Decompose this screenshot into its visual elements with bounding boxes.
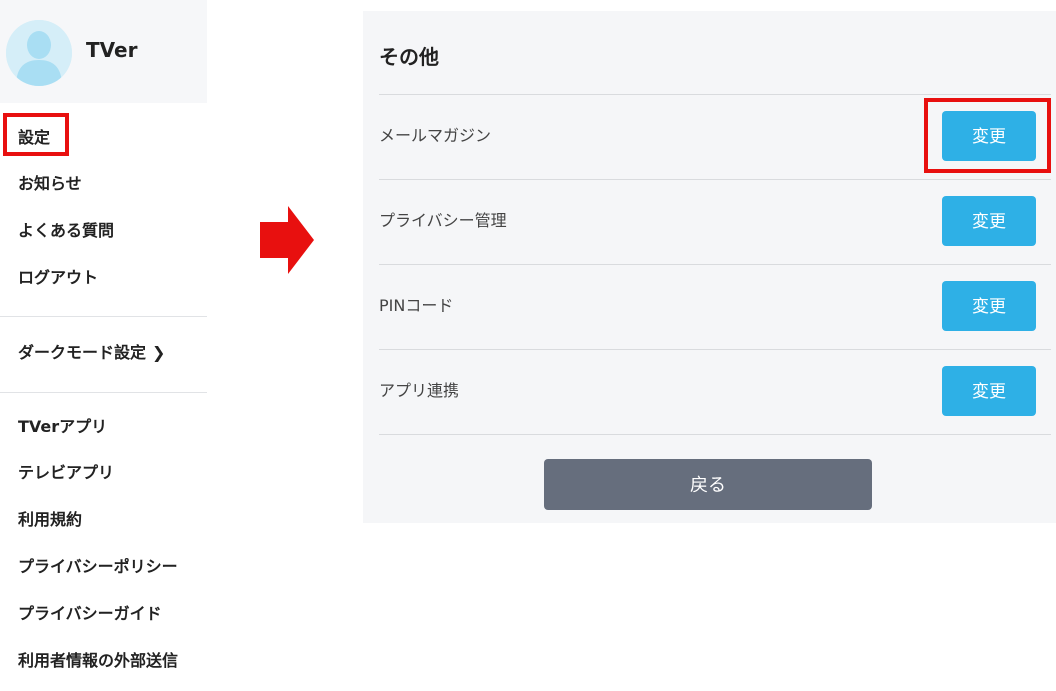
menu-item-notifications[interactable]: お知らせ: [18, 173, 82, 195]
profile-header[interactable]: TVer: [0, 0, 207, 103]
row-divider: [379, 434, 1051, 435]
row-divider: [379, 264, 1051, 265]
menu-item-tv-app[interactable]: テレビアプリ: [18, 462, 114, 484]
menu-item-privacy-guide[interactable]: プライバシーガイド: [18, 603, 162, 625]
row-label-mail-magazine: メールマガジン: [379, 126, 492, 145]
menu-item-faq[interactable]: よくある質問: [18, 220, 114, 242]
row-divider: [379, 179, 1051, 180]
back-button[interactable]: 戻る: [544, 459, 872, 510]
pin-code-change-button[interactable]: 変更: [942, 281, 1036, 331]
menu-item-tver-app[interactable]: TVerアプリ: [18, 416, 107, 438]
app-link-change-button[interactable]: 変更: [942, 366, 1036, 416]
row-label-app-link: アプリ連携: [379, 381, 460, 400]
menu-item-logout[interactable]: ログアウト: [18, 267, 98, 289]
row-label-privacy-management: プライバシー管理: [379, 211, 507, 230]
privacy-management-change-button[interactable]: 変更: [942, 196, 1036, 246]
panel-title: その他: [379, 45, 439, 69]
dark-mode-label: ダークモード設定: [18, 343, 147, 362]
menu-item-terms[interactable]: 利用規約: [18, 509, 82, 531]
menu-item-privacy-policy[interactable]: プライバシーポリシー: [18, 556, 178, 578]
row-divider: [379, 94, 1051, 95]
arrow-right-icon: [260, 206, 314, 274]
settings-panel: その他 メールマガジン 変更 プライバシー管理 変更 PINコード 変更 アプリ…: [363, 11, 1056, 523]
menu-panel: 設定 お知らせ よくある質問 ログアウト ダークモード設定 ❯ TVerアプリ テ…: [0, 103, 207, 691]
mail-magazine-highlight-box: [924, 98, 1051, 173]
username: TVer: [86, 38, 138, 62]
chevron-right-icon: ❯: [152, 343, 166, 362]
menu-item-external-transmission[interactable]: 利用者情報の外部送信: [18, 650, 178, 672]
menu-divider: [0, 316, 207, 317]
sidebar: TVer 設定 お知らせ よくある質問 ログアウト ダークモード設定 ❯ TVer…: [0, 0, 207, 691]
settings-highlight-box: [3, 113, 69, 156]
screenshot-stage: TVer 設定 お知らせ よくある質問 ログアウト ダークモード設定 ❯ TVer…: [0, 0, 1056, 691]
menu-divider: [0, 392, 207, 393]
avatar: [6, 20, 72, 86]
row-divider: [379, 349, 1051, 350]
menu-item-dark-mode[interactable]: ダークモード設定 ❯: [18, 342, 165, 364]
row-label-pin-code: PINコード: [379, 296, 454, 315]
user-silhouette-icon: [6, 20, 72, 86]
